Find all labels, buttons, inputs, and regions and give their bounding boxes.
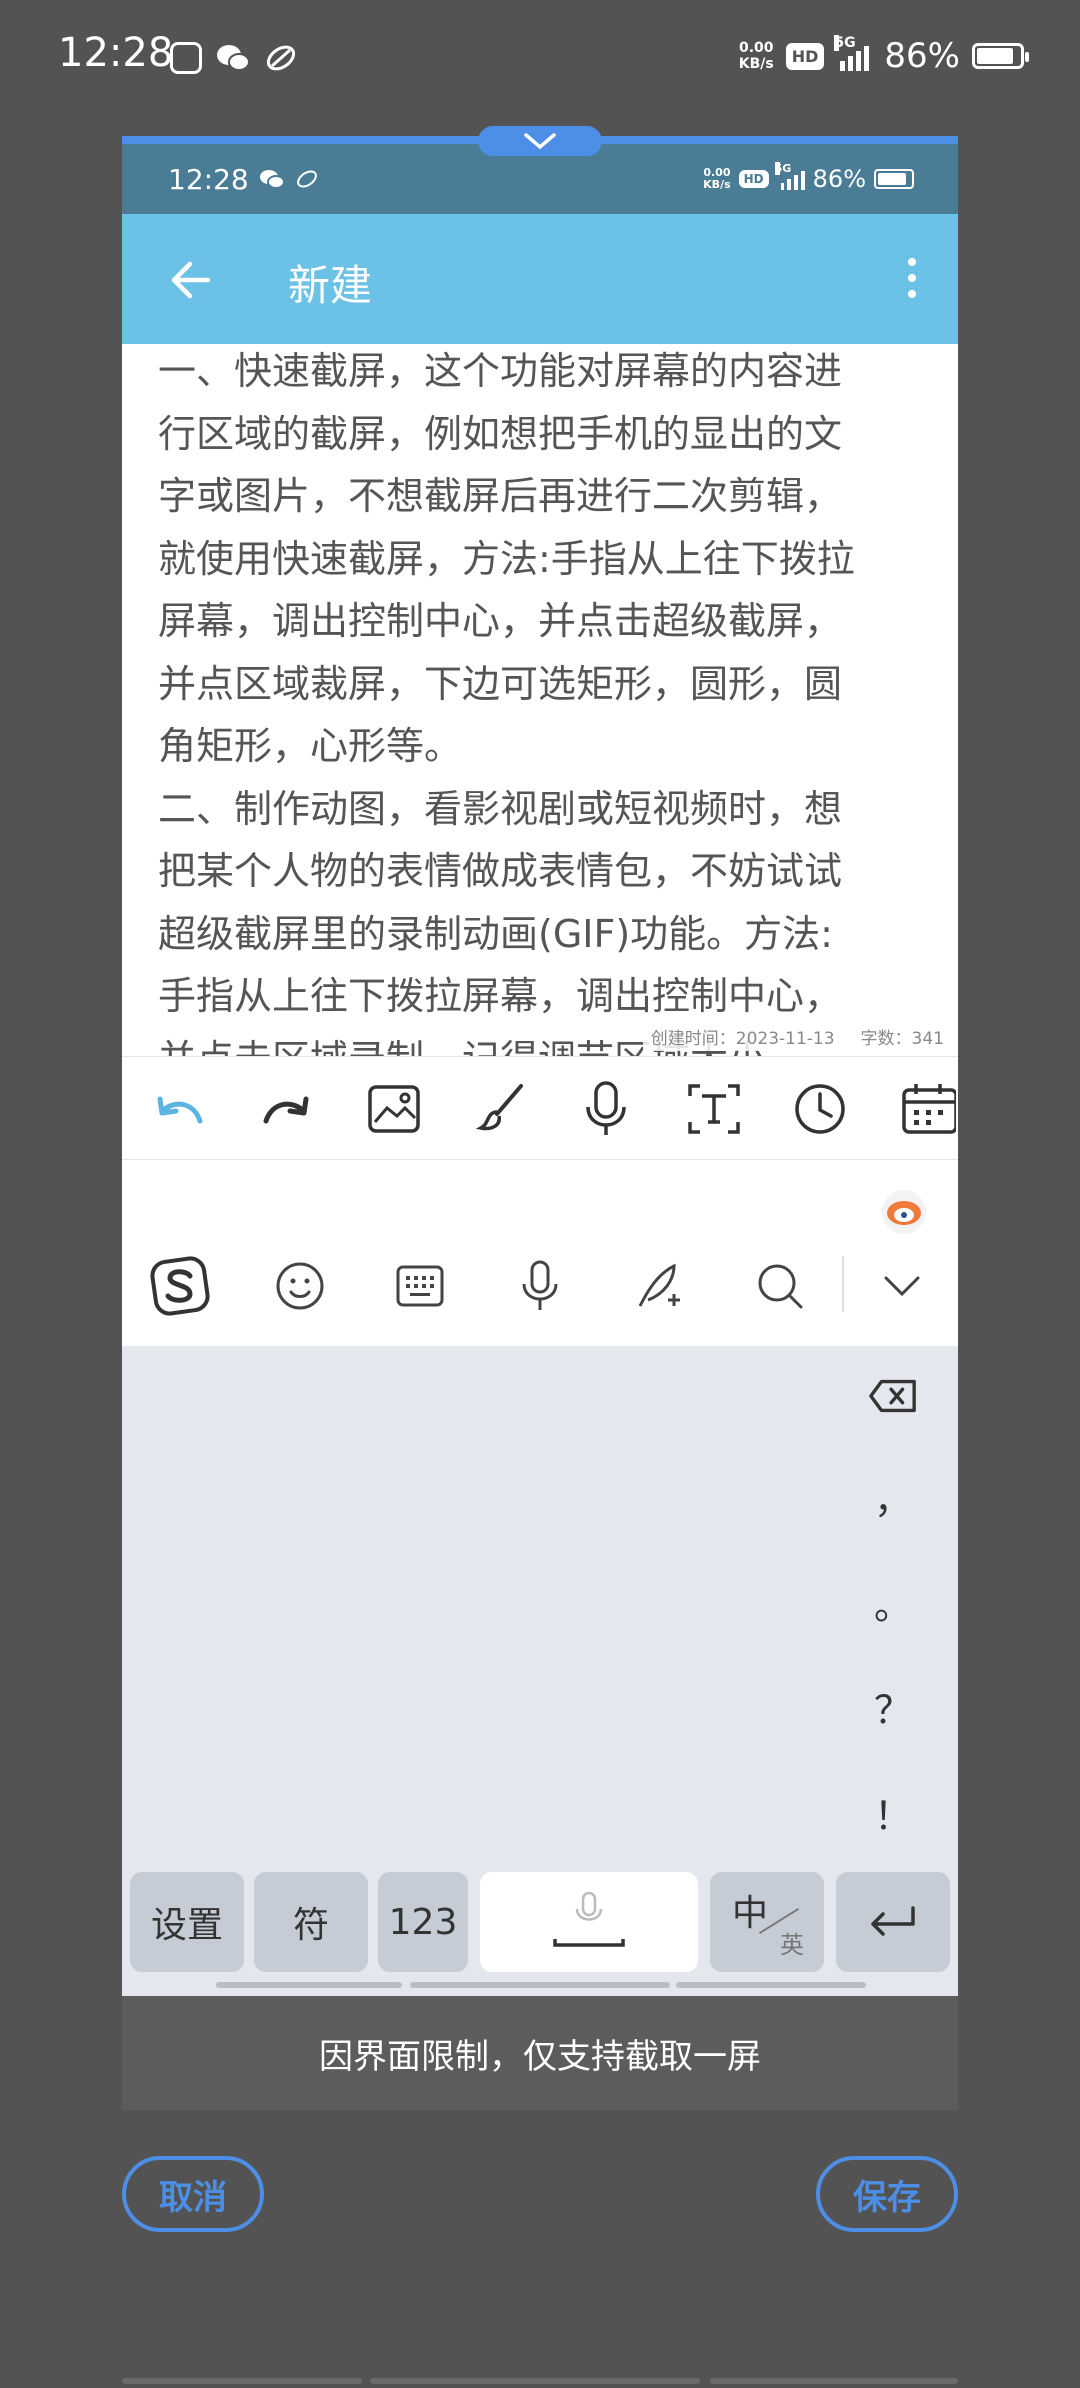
status-time: 12:28 (58, 30, 174, 76)
gesture-bar (122, 2378, 362, 2384)
hd-badge: HD (785, 42, 825, 70)
ime-search-button[interactable] (750, 1256, 810, 1316)
status-right: 0.00 KB/s HD 5G 86% (738, 35, 1029, 76)
exclamation-key[interactable]: ！ (868, 1782, 918, 1842)
reminder-button[interactable] (792, 1081, 848, 1137)
space-voice-icon (553, 1891, 625, 1947)
microphone-icon (586, 1081, 626, 1135)
brush-icon (475, 1084, 523, 1131)
settings-key[interactable]: 设置 (130, 1872, 244, 1972)
keyboard-layout-button[interactable] (390, 1256, 450, 1316)
battery-icon (874, 169, 914, 189)
system-status-bar: 12:28 0.00 KB/s HD 5G 86% (0, 0, 1080, 120)
notification-icons (170, 42, 298, 74)
calendar-button[interactable] (900, 1081, 956, 1137)
space-key[interactable] (480, 1872, 698, 1972)
collapse-handle[interactable] (478, 126, 602, 156)
calendar-icon (902, 1084, 956, 1134)
keyboard-toolbar (122, 1160, 958, 1346)
toolbar-divider (842, 1256, 844, 1312)
battery-percent: 86% (884, 36, 960, 76)
more-options-button[interactable] (892, 248, 932, 308)
back-button[interactable] (162, 252, 218, 308)
keyboard-icon (396, 1265, 444, 1307)
ime-voice-button[interactable] (510, 1256, 570, 1316)
hd-badge: HD (738, 170, 769, 188)
redo-button[interactable] (258, 1081, 314, 1137)
enter-icon (871, 1906, 915, 1936)
note-editor[interactable]: 一、快速截屏，这个功能对屏幕的内容进 行区域的截屏，例如想把手机的显出的文 字或… (122, 344, 958, 1056)
signal-icon: 5G (834, 35, 872, 71)
arrow-left-icon (171, 261, 211, 299)
clock-icon (795, 1084, 845, 1134)
text-box-icon (688, 1084, 740, 1134)
search-icon (758, 1264, 803, 1309)
en-label: 英 (780, 1931, 804, 1959)
quill-icon (638, 1263, 680, 1307)
question-key[interactable]: ？ (868, 1676, 918, 1736)
gesture-bar (710, 2378, 958, 2384)
voice-input-button[interactable] (578, 1081, 634, 1137)
wechat-icon (217, 45, 250, 71)
chevron-down-icon (524, 133, 556, 150)
battery-percent: 86% (812, 165, 866, 193)
undo-button[interactable] (152, 1081, 208, 1137)
period-key[interactable]: 。 (868, 1572, 918, 1632)
note-meta: 创建时间：2023-11-13 字数：341 (642, 1024, 944, 1051)
ime-mascot-icon[interactable] (882, 1190, 926, 1234)
language-switch-key[interactable]: 中 英 (710, 1872, 824, 1972)
sogou-s-icon (150, 1256, 210, 1316)
emoji-button[interactable] (270, 1256, 330, 1316)
zh-label: 中 (732, 1893, 769, 1934)
created-date: 创建时间：2023-11-13 (650, 1029, 835, 1049)
note-app-bar: 新建 (122, 214, 958, 344)
backspace-key[interactable] (868, 1366, 918, 1426)
microphone-icon (522, 1260, 558, 1310)
redo-icon (263, 1096, 309, 1124)
limit-notice: 因界面限制，仅支持截取一屏 (122, 1996, 958, 2110)
text-format-button[interactable] (686, 1081, 742, 1137)
symbols-key[interactable]: 符 (254, 1872, 368, 1972)
image-icon (368, 1085, 420, 1133)
link-icon (266, 45, 296, 71)
note-content[interactable]: 一、快速截屏，这个功能对屏幕的内容进 行区域的截屏，例如想把手机的显出的文 字或… (158, 344, 928, 1056)
sogou-logo-button[interactable] (150, 1256, 210, 1316)
net-speed: 0.00 KB/s (703, 166, 731, 191)
numbers-key[interactable]: 123 (378, 1872, 468, 1972)
page-title: 新建 (288, 261, 373, 310)
page-indicator (410, 1982, 670, 1988)
link-icon (296, 170, 317, 188)
cancel-button[interactable]: 取消 (122, 2156, 264, 2232)
preview-status-time: 12:28 (168, 162, 249, 196)
brush-button[interactable] (472, 1081, 528, 1137)
gesture-bar (370, 2378, 700, 2384)
word-count: 字数：341 (860, 1029, 944, 1049)
save-button[interactable]: 保存 (816, 2156, 958, 2232)
page-indicator (676, 1982, 866, 1988)
page-indicator (216, 1982, 402, 1988)
smile-icon (276, 1262, 324, 1310)
wechat-icon (259, 170, 285, 189)
screenshot-app-icon (170, 42, 202, 74)
keyboard-panel: ， 。 ？ ！ 设置 符 123 中 英 (122, 1346, 958, 1996)
comma-key[interactable]: ， (868, 1466, 918, 1526)
keyboard-bottom-row: 设置 符 123 中 英 (130, 1872, 950, 1972)
undo-icon (157, 1096, 203, 1124)
backspace-icon (869, 1379, 916, 1413)
insert-image-button[interactable] (366, 1081, 422, 1137)
editor-toolbar (122, 1056, 958, 1160)
hide-keyboard-button[interactable] (872, 1256, 932, 1316)
chevron-down-icon (884, 1276, 920, 1297)
signal-icon: 5G (774, 162, 805, 190)
handwriting-button[interactable] (630, 1256, 690, 1316)
battery-icon (972, 43, 1029, 69)
enter-key[interactable] (836, 1872, 950, 1972)
net-speed: 0.00 KB/s (738, 40, 774, 72)
screenshot-preview: 12:28 0.00 KB/s HD 5G 86% 新建 一、快速截屏，这个功能对… (122, 136, 958, 2110)
